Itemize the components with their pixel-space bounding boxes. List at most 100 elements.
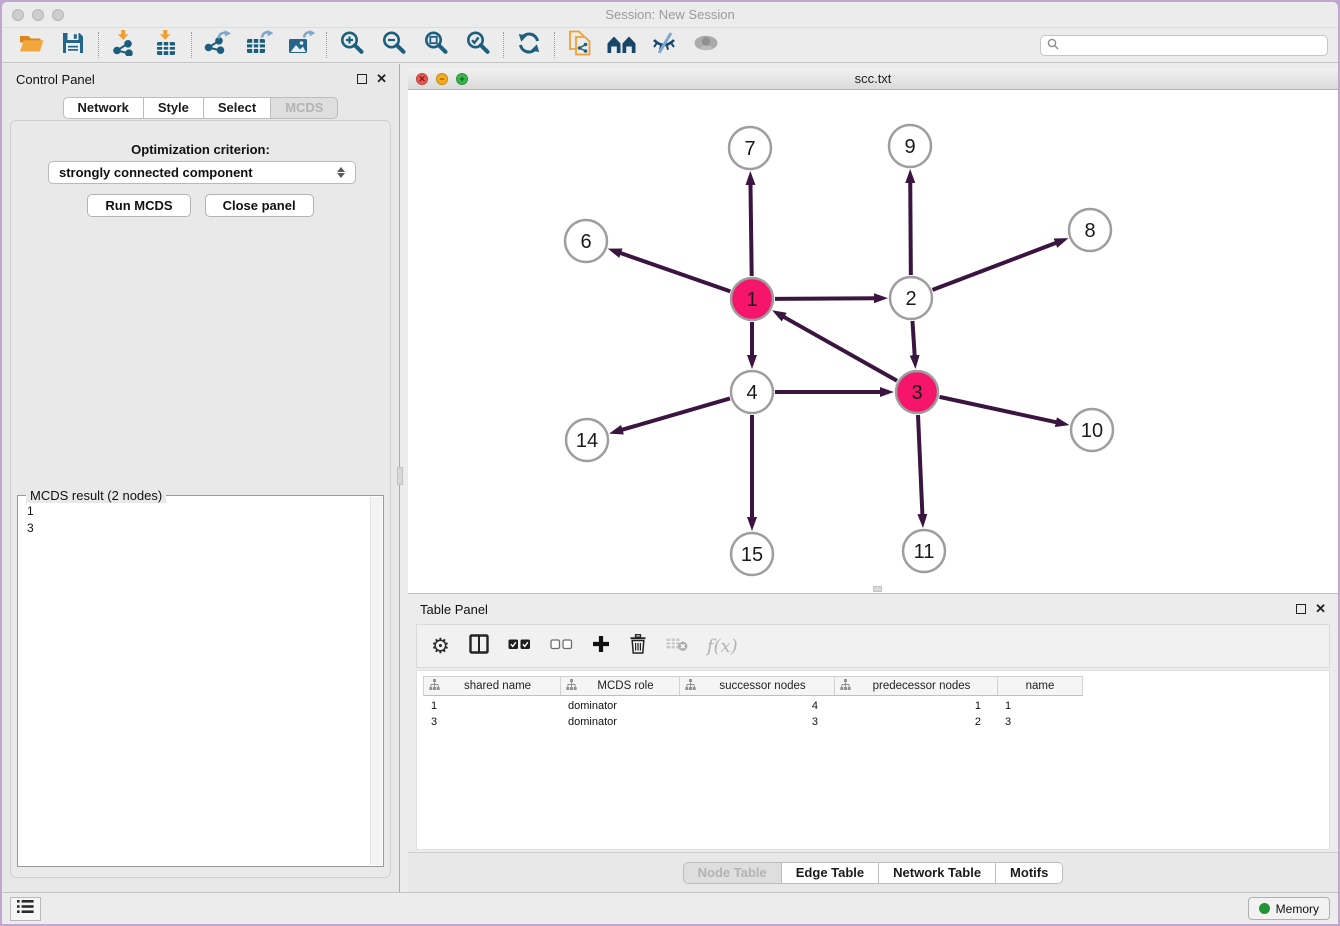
zoom-out-button[interactable]	[373, 30, 415, 61]
edge-4-14[interactable]	[621, 398, 730, 430]
save-session-button[interactable]	[52, 30, 94, 61]
table-cell[interactable]: 4	[679, 700, 834, 712]
open-folder-icon	[19, 32, 44, 59]
node-9[interactable]: 9	[889, 125, 931, 167]
table-tab-network-table[interactable]: Network Table	[879, 862, 996, 884]
hide-selected-button[interactable]	[643, 30, 685, 61]
table-cell[interactable]: 3	[997, 716, 1081, 728]
column-label: shared name	[440, 680, 555, 692]
export-table-icon	[246, 30, 273, 61]
close-window-button[interactable]	[12, 9, 24, 21]
table-cell[interactable]: 3	[679, 716, 834, 728]
tab-mcds[interactable]: MCDS	[271, 97, 338, 119]
node-3[interactable]: 3	[896, 371, 938, 413]
node-15[interactable]: 15	[731, 533, 773, 575]
network-close-button[interactable]: ✕	[416, 73, 428, 85]
table-row[interactable]: 3dominator323	[423, 714, 1081, 730]
zoom-selected-button[interactable]	[457, 30, 499, 61]
search-input[interactable]	[1063, 39, 1321, 53]
zoom-fit-button[interactable]	[415, 30, 457, 61]
node-1[interactable]: 1	[731, 278, 773, 320]
edge-2-3[interactable]	[912, 321, 914, 357]
desktop: Session: New Session	[0, 0, 1340, 926]
edge-1-6[interactable]	[619, 253, 730, 292]
show-all-button[interactable]	[685, 30, 727, 61]
column-header-successor-nodes[interactable]: successor nodes	[680, 677, 835, 695]
float-table-panel-icon[interactable]	[1296, 604, 1306, 614]
table-cell[interactable]: 1	[423, 700, 560, 712]
function-builder-icon: f(x)	[707, 636, 738, 657]
node-4[interactable]: 4	[731, 371, 773, 413]
delete-column-trash-icon[interactable]	[629, 634, 647, 659]
zoom-in-button[interactable]	[331, 30, 373, 61]
duplicate-network-button[interactable]	[559, 30, 601, 61]
home-houses-icon	[607, 32, 637, 59]
optimization-criterion-dropdown[interactable]: strongly connected component	[48, 161, 356, 184]
node-14[interactable]: 14	[566, 419, 608, 461]
node-11[interactable]: 11	[903, 530, 945, 572]
mcds-result-box: MCDS result (2 nodes) 13	[17, 495, 384, 867]
memory-button[interactable]: Memory	[1248, 897, 1330, 920]
run-mcds-button[interactable]: Run MCDS	[87, 194, 190, 217]
memory-label: Memory	[1276, 902, 1319, 916]
zoom-window-button[interactable]	[52, 9, 64, 21]
table-tab-motifs[interactable]: Motifs	[996, 862, 1063, 884]
export-table-button[interactable]	[238, 30, 280, 61]
tab-select[interactable]: Select	[204, 97, 271, 119]
table-cell[interactable]: dominator	[560, 700, 679, 712]
column-header-predecessor-nodes[interactable]: predecessor nodes	[835, 677, 998, 695]
edge-3-10[interactable]	[939, 397, 1057, 423]
table-cell[interactable]: 1	[834, 700, 997, 712]
toolbar-separator	[326, 32, 327, 58]
column-header-MCDS-role[interactable]: MCDS role	[561, 677, 680, 695]
refresh-button[interactable]	[508, 30, 550, 61]
network-zoom-button[interactable]: +	[456, 73, 468, 85]
add-column-icon[interactable]	[592, 635, 610, 658]
task-history-button[interactable]	[10, 897, 41, 921]
import-network-button[interactable]	[103, 30, 145, 61]
network-minimize-button[interactable]: −	[436, 73, 448, 85]
table-tab-edge-table[interactable]: Edge Table	[782, 862, 879, 884]
import-table-button[interactable]	[145, 30, 187, 61]
table-settings-gear-icon[interactable]: ⚙	[431, 636, 450, 657]
edge-3-11[interactable]	[918, 415, 922, 516]
node-10[interactable]: 10	[1071, 409, 1113, 451]
close-panel-icon[interactable]: ✕	[376, 73, 387, 84]
close-table-panel-icon[interactable]: ✕	[1315, 603, 1326, 614]
column-header-shared-name[interactable]: shared name	[424, 677, 561, 695]
edge-1-2[interactable]	[775, 298, 876, 299]
home-button[interactable]	[601, 30, 643, 61]
float-panel-icon[interactable]	[357, 74, 367, 84]
network-canvas[interactable]: 7 9 6 8 1 2 4 3 14 10 15 11	[408, 90, 1338, 593]
table-cell[interactable]: 2	[834, 716, 997, 728]
column-header-name[interactable]: name	[998, 677, 1082, 695]
unselect-all-columns-icon[interactable]	[550, 637, 573, 655]
tab-style[interactable]: Style	[144, 97, 204, 119]
search-field[interactable]	[1040, 35, 1328, 56]
table-cell[interactable]: 1	[997, 700, 1081, 712]
table-row[interactable]: 1dominator411	[423, 698, 1081, 714]
canvas-scroll-nub[interactable]	[873, 586, 882, 592]
table-cell[interactable]: 3	[423, 716, 560, 728]
node-7[interactable]: 7	[729, 127, 771, 169]
export-image-button[interactable]	[280, 30, 322, 61]
column-panel-icon[interactable]	[469, 634, 489, 659]
edge-1-7[interactable]	[750, 183, 751, 276]
edge-2-9[interactable]	[910, 181, 911, 275]
open-session-button[interactable]	[10, 30, 52, 61]
node-2[interactable]: 2	[890, 277, 932, 319]
result-scrollbar[interactable]	[370, 497, 382, 865]
table-tab-node-table[interactable]: Node Table	[683, 862, 782, 884]
import-network-icon	[112, 30, 136, 61]
edge-2-8[interactable]	[933, 242, 1058, 289]
table-cell[interactable]: dominator	[560, 716, 679, 728]
edge-3-1[interactable]	[782, 316, 896, 381]
select-all-columns-icon[interactable]	[508, 637, 531, 655]
export-network-button[interactable]	[196, 30, 238, 61]
node-table: shared name MCDS rolesuccessor nodesprede…	[416, 670, 1330, 850]
close-panel-button[interactable]: Close panel	[205, 194, 314, 217]
node-8[interactable]: 8	[1069, 209, 1111, 251]
minimize-window-button[interactable]	[32, 9, 44, 21]
node-6[interactable]: 6	[565, 220, 607, 262]
tab-network[interactable]: Network	[63, 97, 144, 119]
